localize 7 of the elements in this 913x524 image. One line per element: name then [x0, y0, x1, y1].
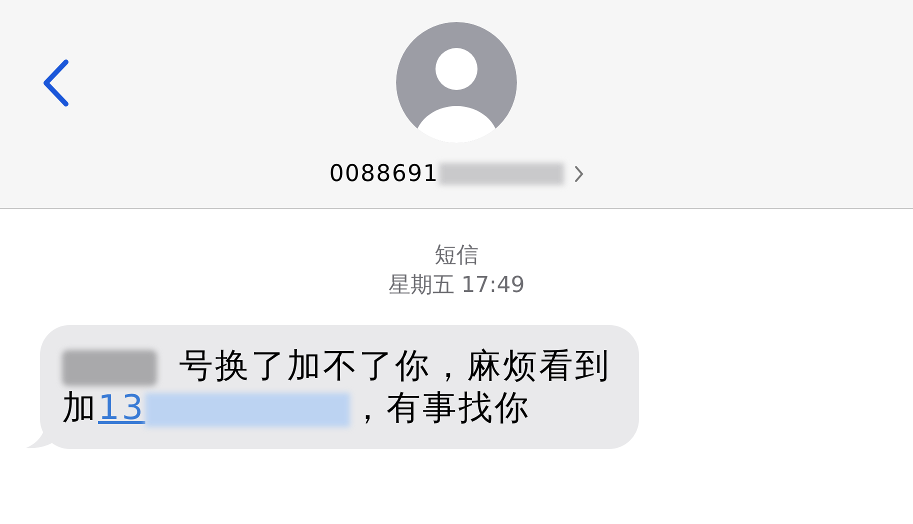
service-label: 短信	[434, 242, 478, 270]
message-timestamp: 星期五 17:49	[388, 272, 525, 300]
message-text: 加 13 ，有事找你	[62, 387, 532, 429]
avatar-icon[interactable]	[396, 22, 517, 143]
message-text: 号换了加不了你，麻烦看到	[62, 345, 611, 387]
contact-number[interactable]: 0088691	[329, 157, 439, 192]
chevron-right-icon[interactable]	[574, 165, 584, 184]
